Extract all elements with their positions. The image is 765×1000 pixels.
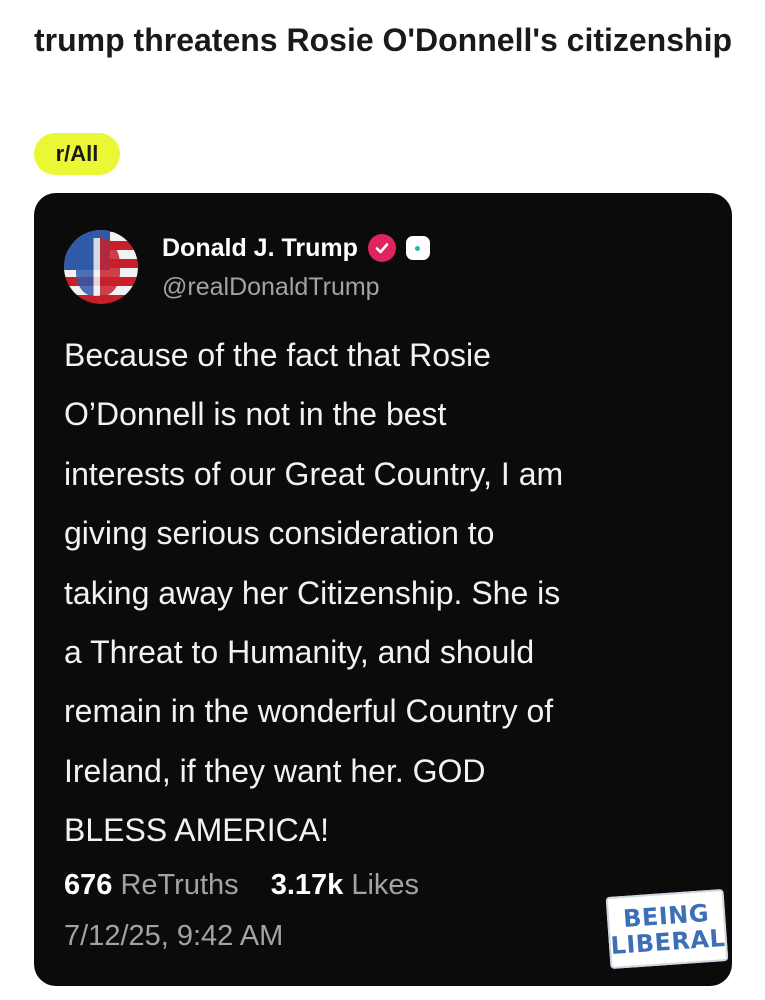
post-timestamp: 7/12/25, 9:42 AM [64,920,284,952]
watermark-line2: LIBERAL [609,924,727,960]
author-handle[interactable]: @realDonaldTrump [162,273,380,302]
being-liberal-watermark-logo: BEING LIBERAL [605,888,729,970]
post-stats: 676 ReTruths 3.17k Likes [64,869,419,902]
author-name-row: Donald J. Trump [162,231,430,265]
retruths-count[interactable]: 676 [64,869,112,901]
truth-post-card[interactable]: Donald J. Trump @realDonaldTrump Because… [34,193,732,986]
likes-count[interactable]: 3.17k [271,869,344,901]
author-display-name[interactable]: Donald J. Trump [162,234,358,263]
post-body-text: Because of the fact that Rosie O’Donnell… [64,337,564,849]
extra-badge-icon [405,236,430,260]
post-title[interactable]: trump threatens Rosie O'Donnell's citize… [34,20,734,60]
avatar[interactable] [64,230,138,304]
verified-badge-icon [367,234,396,262]
likes-label[interactable]: Likes [351,869,419,901]
retruths-label[interactable]: ReTruths [120,869,238,901]
avatar-face-shape [76,238,120,296]
subreddit-chip[interactable]: r/All [34,133,120,175]
